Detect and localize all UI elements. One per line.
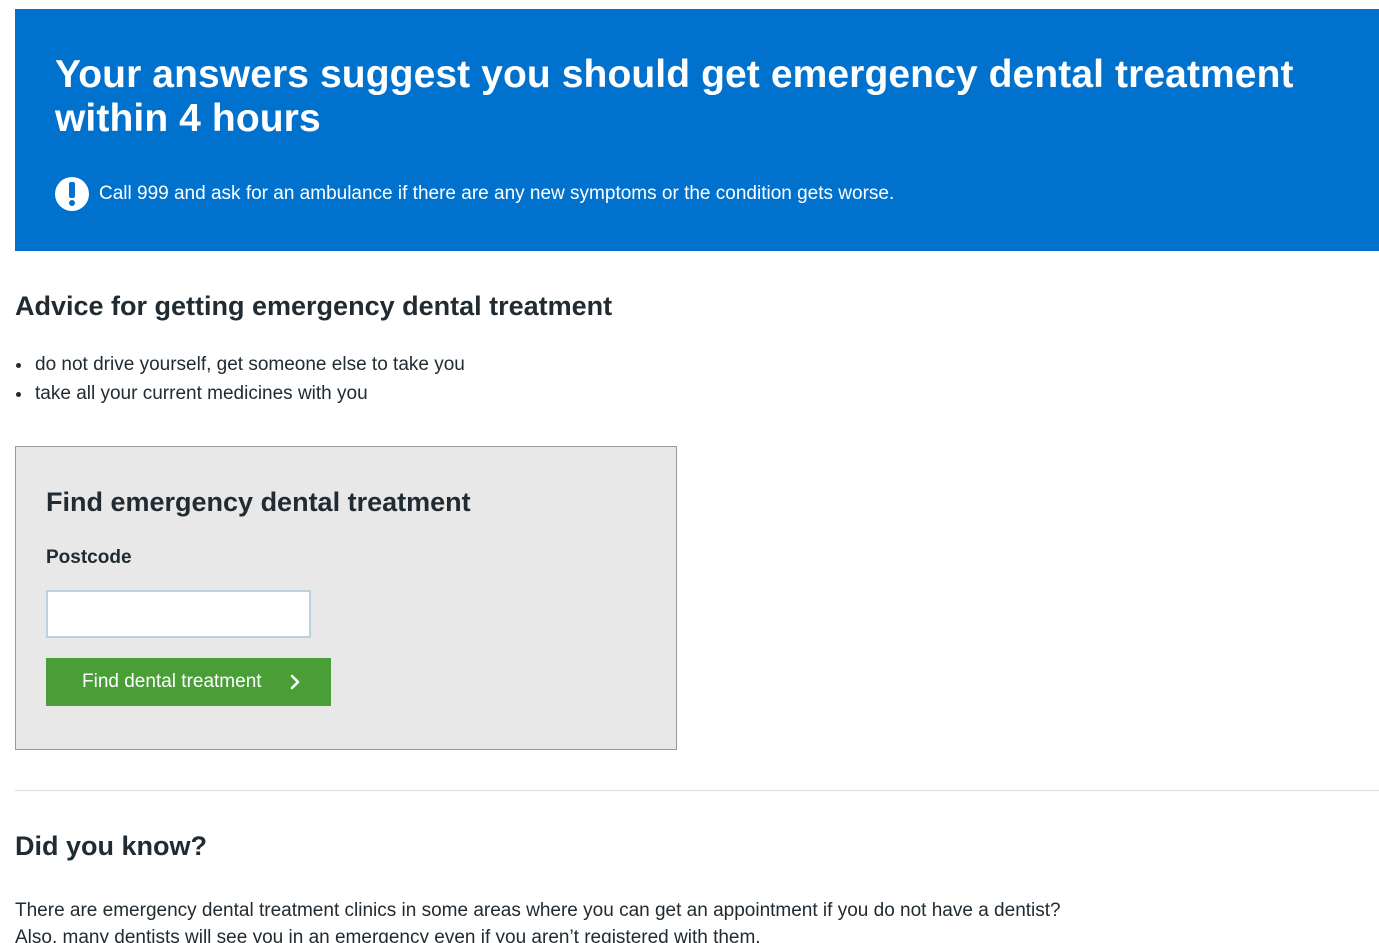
find-button-label: Find dental treatment [82,671,262,692]
did-you-know-line-1: There are emergency dental treatment cli… [15,900,1061,921]
chevron-right-icon [290,674,300,690]
did-you-know-heading: Did you know? [15,831,207,861]
ambulance-alert: Call 999 and ask for an ambulance if the… [55,177,894,211]
advice-list: do not drive yourself, get someone else … [15,350,465,408]
exclamation-circle-icon [55,177,89,211]
banner-title: Your answers suggest you should get emer… [55,53,1294,140]
page: Your answers suggest you should get emer… [0,0,1379,943]
care-advice-banner: Your answers suggest you should get emer… [15,9,1379,251]
postcode-label: Postcode [46,547,132,568]
find-heading: Find emergency dental treatment [46,487,471,517]
alert-text: Call 999 and ask for an ambulance if the… [99,183,895,204]
did-you-know-text: There are emergency dental treatment cli… [15,897,1315,943]
find-dental-treatment-button[interactable]: Find dental treatment [46,658,331,706]
find-treatment-panel: Find emergency dental treatment Postcode… [15,446,677,750]
list-item: do not drive yourself, get someone else … [15,350,465,379]
did-you-know-line-2: Also, many dentists will see you in an e… [15,927,761,943]
advice-heading: Advice for getting emergency dental trea… [15,291,613,321]
section-divider [15,790,1379,791]
list-item: take all your current medicines with you [15,379,465,408]
postcode-input[interactable] [46,590,311,638]
